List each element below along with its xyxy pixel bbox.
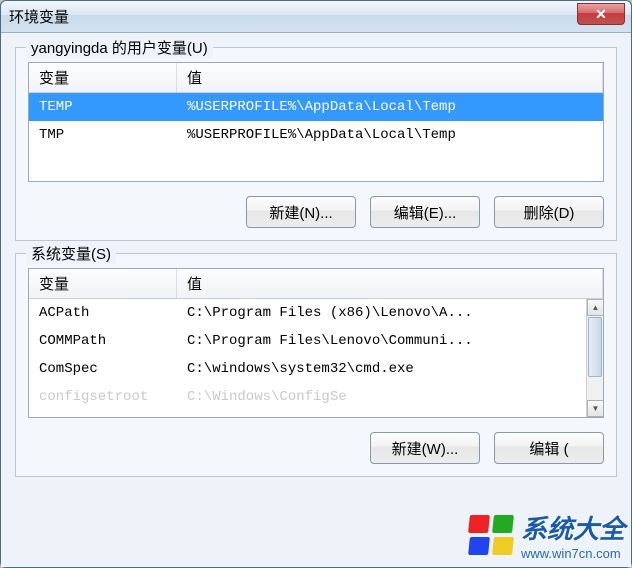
table-row[interactable]: ComSpec C:\windows\system32\cmd.exe [29, 355, 603, 383]
var-value: C:\Program Files (x86)\Lenovo\A... [177, 301, 603, 325]
user-col-value[interactable]: 值 [177, 63, 603, 92]
window-title: 环境变量 [9, 6, 69, 27]
var-name: configsetroot [29, 385, 177, 409]
var-name: ComSpec [29, 357, 177, 381]
var-value: %USERPROFILE%\AppData\Local\Temp [177, 95, 603, 119]
user-edit-button[interactable]: 编辑(E)... [370, 196, 480, 228]
var-name: TEMP [29, 95, 177, 119]
user-vars-label: yangyingda 的用户变量(U) [26, 37, 213, 58]
table-row[interactable]: configsetroot C:\Windows\ConfigSe [29, 383, 603, 411]
sys-vars-group: 系统变量(S) 变量 值 ACPath C:\Program Files (x8… [15, 253, 617, 477]
table-row[interactable]: COMMPath C:\Program Files\Lenovo\Communi… [29, 327, 603, 355]
var-value: C:\Program Files\Lenovo\Communi... [177, 329, 603, 353]
user-lv-body: TEMP %USERPROFILE%\AppData\Local\Temp TM… [29, 93, 603, 181]
close-icon: ✕ [595, 6, 607, 23]
user-new-button[interactable]: 新建(N)... [246, 196, 356, 228]
user-vars-group: yangyingda 的用户变量(U) 变量 值 TEMP %USERPROFI… [15, 47, 617, 241]
scroll-down-icon[interactable]: ▼ [587, 400, 603, 417]
sys-col-value[interactable]: 值 [177, 269, 603, 298]
table-row[interactable]: ACPath C:\Program Files (x86)\Lenovo\A..… [29, 299, 603, 327]
user-buttons: 新建(N)... 编辑(E)... 删除(D) [28, 196, 604, 228]
sys-scrollbar[interactable]: ▲ ▼ [586, 299, 603, 417]
sys-new-button[interactable]: 新建(W)... [370, 432, 480, 464]
titlebar[interactable]: 环境变量 ✕ [1, 1, 631, 33]
scroll-up-icon[interactable]: ▲ [587, 299, 603, 316]
sys-buttons: 新建(W)... 编辑 ( [28, 432, 604, 464]
client-area: yangyingda 的用户变量(U) 变量 值 TEMP %USERPROFI… [1, 33, 631, 567]
sys-lv-header: 变量 值 [29, 269, 603, 299]
user-lv-header: 变量 值 [29, 63, 603, 93]
var-name: ACPath [29, 301, 177, 325]
var-value: %USERPROFILE%\AppData\Local\Temp [177, 123, 603, 147]
sys-edit-button[interactable]: 编辑 ( [494, 432, 604, 464]
sys-col-variable[interactable]: 变量 [29, 269, 177, 298]
var-value: C:\windows\system32\cmd.exe [177, 357, 603, 381]
sys-vars-listview[interactable]: 变量 值 ACPath C:\Program Files (x86)\Lenov… [28, 268, 604, 418]
user-col-variable[interactable]: 变量 [29, 63, 177, 92]
table-row[interactable]: TMP %USERPROFILE%\AppData\Local\Temp [29, 121, 603, 149]
table-row[interactable]: TEMP %USERPROFILE%\AppData\Local\Temp [29, 93, 603, 121]
var-name: TMP [29, 123, 177, 147]
env-vars-window: 环境变量 ✕ yangyingda 的用户变量(U) 变量 值 TEMP %US… [0, 0, 632, 568]
sys-lv-body: ACPath C:\Program Files (x86)\Lenovo\A..… [29, 299, 603, 417]
var-name: COMMPath [29, 329, 177, 353]
var-value: C:\Windows\ConfigSe [177, 385, 603, 409]
scroll-thumb[interactable] [588, 317, 602, 377]
user-delete-button[interactable]: 删除(D) [494, 196, 604, 228]
close-button[interactable]: ✕ [577, 3, 625, 25]
user-vars-listview[interactable]: 变量 值 TEMP %USERPROFILE%\AppData\Local\Te… [28, 62, 604, 182]
sys-vars-label: 系统变量(S) [26, 243, 116, 264]
